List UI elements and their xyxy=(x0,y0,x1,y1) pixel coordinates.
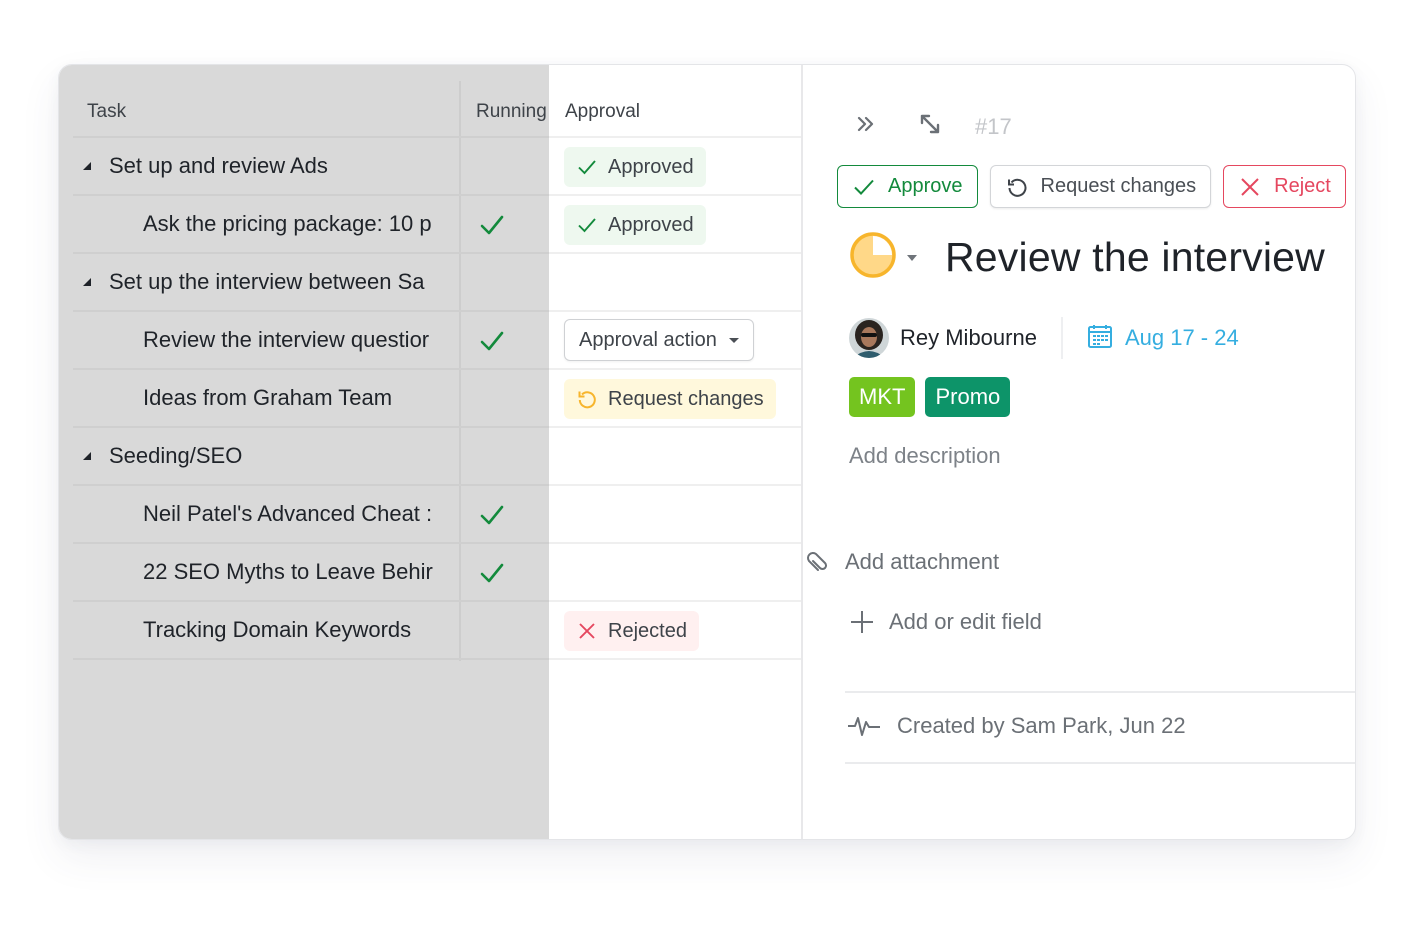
grid-header: Task Running Approval xyxy=(73,81,801,138)
avatar[interactable] xyxy=(849,318,889,358)
task-cell[interactable]: Review the interview questior xyxy=(143,312,463,368)
badge-label: Approved xyxy=(608,155,694,178)
expand-icon[interactable] xyxy=(917,111,943,142)
collapse-caret-icon[interactable] xyxy=(83,162,91,170)
check-icon xyxy=(578,218,596,233)
tag-list: MKT Promo xyxy=(849,377,1011,417)
add-field-button[interactable]: Add or edit field xyxy=(849,609,1042,635)
add-attachment-button[interactable]: Add attachment xyxy=(805,549,999,575)
badge-label: Rejected xyxy=(608,619,687,642)
status-progress-icon[interactable] xyxy=(849,231,897,284)
approve-button[interactable]: Approve xyxy=(837,165,978,208)
request-changes-label: Request changes xyxy=(1040,175,1197,197)
approval-action-dropdown[interactable]: Approval action xyxy=(564,319,754,361)
close-icon xyxy=(1241,177,1259,196)
task-name: 22 SEO Myths to Leave Behir xyxy=(143,559,433,584)
task-name: Ideas from Graham Team xyxy=(143,385,393,410)
approval-badge-request-changes[interactable]: Request changes xyxy=(564,379,776,419)
running-check-icon xyxy=(477,500,507,530)
request-changes-button[interactable]: Request changes xyxy=(989,165,1212,208)
assignee-name[interactable]: Rey Mibourne xyxy=(900,325,1037,351)
task-name: Ask the pricing package: 10 p xyxy=(143,211,432,236)
separator xyxy=(1060,317,1063,359)
running-check-icon xyxy=(477,558,507,588)
task-grid: Task Running Approval Set up and review … xyxy=(59,65,801,839)
approval-badge-rejected[interactable]: Rejected xyxy=(564,611,699,651)
date-range[interactable]: Aug 17 - 24 xyxy=(1125,325,1239,351)
column-header-approval[interactable]: Approval xyxy=(565,101,640,123)
approval-action-label: Approval action xyxy=(579,328,717,351)
approve-label: Approve xyxy=(888,175,963,197)
divider xyxy=(845,691,1355,693)
task-name: Neil Patel's Advanced Cheat : xyxy=(143,501,433,526)
task-name: Set up the interview between Sa xyxy=(109,269,425,294)
badge-label: Request changes xyxy=(608,387,764,410)
collapse-caret-icon[interactable] xyxy=(83,278,91,286)
approval-actions: Approve Request changes Reject xyxy=(837,165,1346,208)
column-header-running[interactable]: Running xyxy=(476,101,549,123)
task-cell[interactable]: Set up the interview between Sa xyxy=(83,254,463,310)
table-row[interactable]: Seeding/SEO xyxy=(73,428,801,486)
add-description[interactable]: Add description xyxy=(849,443,1001,469)
task-window: Task Running Approval Set up and review … xyxy=(58,64,1356,840)
collapse-panel-icon[interactable] xyxy=(853,111,879,142)
table-row[interactable]: Review the interview questior Approval ac… xyxy=(73,312,801,370)
task-detail-panel: #17 Approve Request changes Reject Revie… xyxy=(803,65,1355,839)
close-icon xyxy=(579,623,595,639)
table-row[interactable]: 22 SEO Myths to Leave Behir xyxy=(73,544,801,602)
paperclip-icon xyxy=(807,552,828,571)
task-name: Set up and review Ads xyxy=(109,153,328,178)
collapse-caret-icon[interactable] xyxy=(83,452,91,460)
add-field-label: Add or edit field xyxy=(889,609,1042,634)
add-attachment-label: Add attachment xyxy=(845,549,1000,574)
calendar-icon xyxy=(1087,323,1113,354)
table-row[interactable]: Set up and review Ads Approved xyxy=(73,138,801,196)
plus-icon xyxy=(851,611,873,633)
task-name: Tracking Domain Keywords xyxy=(143,617,412,642)
undo-icon xyxy=(578,391,596,409)
approval-badge-approved[interactable]: Approved xyxy=(564,205,706,245)
running-check-icon xyxy=(477,210,507,240)
status-dropdown-icon[interactable] xyxy=(907,254,917,261)
task-cell[interactable]: Ideas from Graham Team xyxy=(143,370,463,426)
task-name: Seeding/SEO xyxy=(109,443,243,468)
running-check-icon xyxy=(477,326,507,356)
badge-label: Approved xyxy=(608,213,694,236)
task-id: #17 xyxy=(975,113,1012,139)
table-row[interactable]: Neil Patel's Advanced Cheat : xyxy=(73,486,801,544)
check-icon xyxy=(854,179,874,195)
created-text: Created by Sam Park, Jun 22 xyxy=(897,713,1186,738)
check-icon xyxy=(578,160,596,175)
tag-mkt[interactable]: MKT xyxy=(849,377,916,417)
divider xyxy=(845,762,1355,764)
task-cell[interactable]: 22 SEO Myths to Leave Behir xyxy=(143,544,463,600)
task-cell[interactable]: Ask the pricing package: 10 p xyxy=(143,196,463,252)
task-title[interactable]: Review the interview xyxy=(945,234,1325,281)
activity-created: Created by Sam Park, Jun 22 xyxy=(847,713,1186,739)
reject-button[interactable]: Reject xyxy=(1223,165,1346,208)
chevron-down-icon xyxy=(728,337,739,343)
tag-promo[interactable]: Promo xyxy=(925,377,1011,417)
task-cell[interactable]: Neil Patel's Advanced Cheat : xyxy=(143,486,463,542)
approval-badge-approved[interactable]: Approved xyxy=(564,147,706,187)
table-row[interactable]: Tracking Domain Keywords Rejected xyxy=(73,602,801,660)
task-cell[interactable]: Seeding/SEO xyxy=(83,428,463,484)
undo-icon xyxy=(1007,178,1026,197)
column-header-task[interactable]: Task xyxy=(87,101,126,123)
table-row[interactable]: Ask the pricing package: 10 p Approved xyxy=(73,196,801,254)
activity-icon xyxy=(848,717,880,736)
reject-label: Reject xyxy=(1274,175,1331,197)
task-cell[interactable]: Set up and review Ads xyxy=(83,138,463,194)
task-name: Review the interview questior xyxy=(143,327,430,352)
table-row[interactable]: Ideas from Graham Team Request changes xyxy=(73,370,801,428)
task-cell[interactable]: Tracking Domain Keywords xyxy=(143,602,463,658)
table-row[interactable]: Set up the interview between Sa xyxy=(73,254,801,312)
